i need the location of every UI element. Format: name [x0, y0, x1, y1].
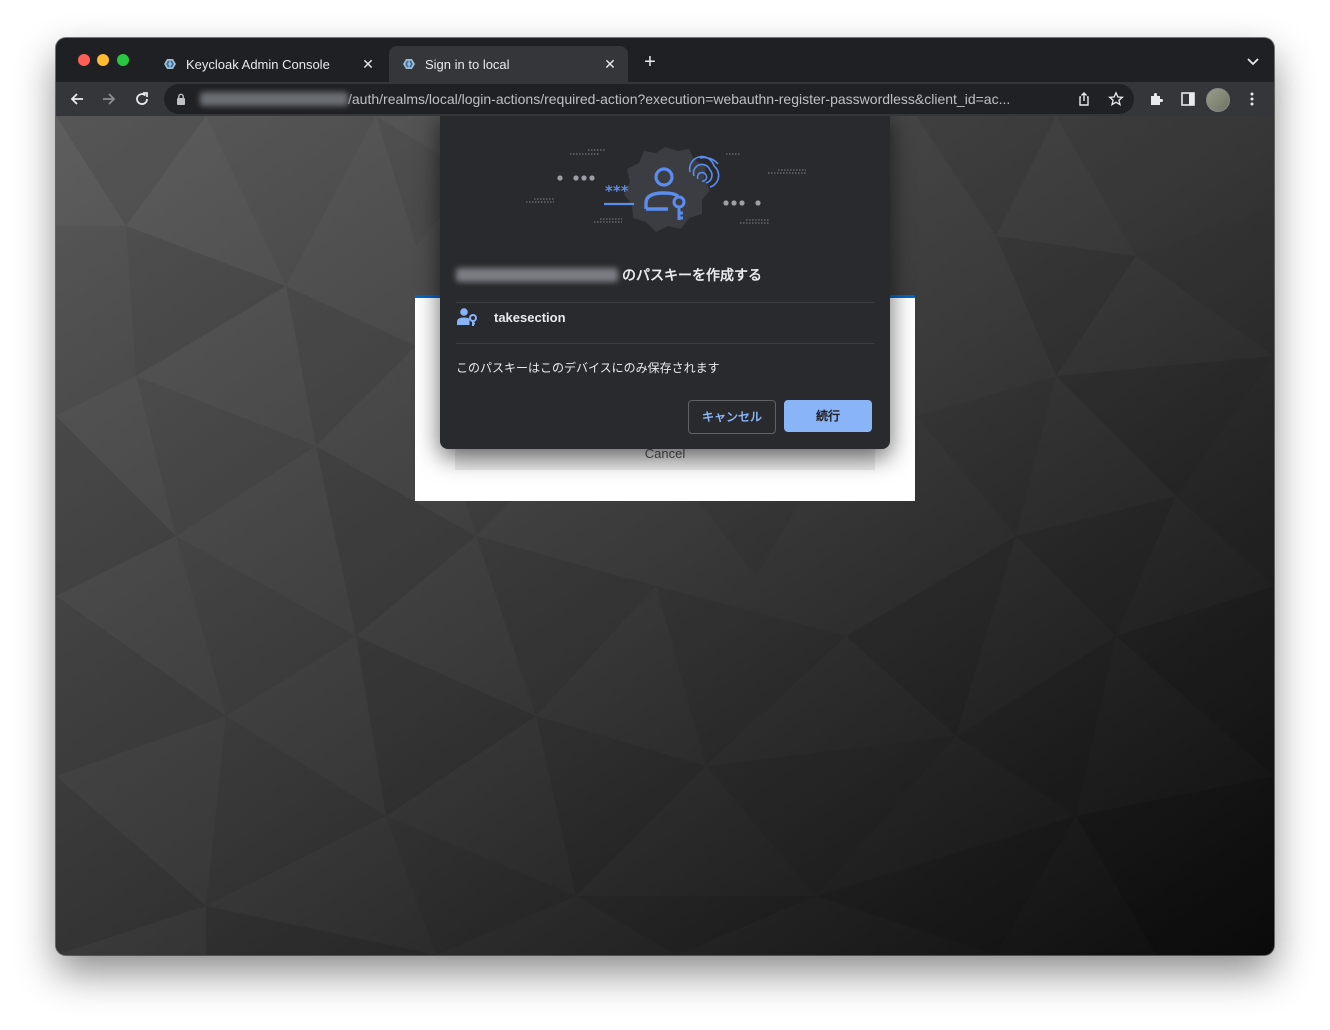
url-text: /auth/realms/local/login-actions/require…	[348, 91, 1011, 107]
close-icon[interactable]: ✕	[602, 56, 618, 72]
address-bar[interactable]: /auth/realms/local/login-actions/require…	[164, 84, 1134, 114]
extensions-icon[interactable]	[1148, 91, 1164, 107]
tab-label: Sign in to local	[425, 56, 510, 72]
close-window-button[interactable]	[78, 54, 90, 66]
cancel-button[interactable]: キャンセル	[688, 400, 776, 434]
divider	[456, 343, 874, 344]
keycloak-favicon-icon	[164, 59, 176, 69]
forward-icon[interactable]	[100, 90, 118, 108]
tab-keycloak-admin[interactable]: Keycloak Admin Console ✕	[150, 46, 386, 82]
menu-icon[interactable]	[1244, 91, 1260, 107]
tab-label: Keycloak Admin Console	[186, 56, 330, 72]
sidepanel-icon[interactable]	[1180, 91, 1196, 107]
dialog-title: のパスキーを作成する	[456, 265, 762, 285]
browser-window: Keycloak Admin Console ✕ Sign in to loca…	[56, 38, 1274, 955]
dialog-title-text: のパスキーを作成する	[622, 267, 762, 283]
url-host-redacted	[200, 92, 348, 106]
passkey-illustration-icon: ***	[526, 147, 806, 232]
account-name: takesection	[494, 309, 566, 325]
close-icon[interactable]: ✕	[360, 56, 376, 72]
chevron-down-icon[interactable]	[1246, 54, 1260, 68]
new-tab-button[interactable]: +	[640, 52, 660, 72]
share-icon[interactable]	[1076, 91, 1092, 107]
star-icon[interactable]	[1108, 91, 1124, 107]
avatar[interactable]	[1206, 88, 1230, 112]
minimize-window-button[interactable]	[97, 54, 109, 66]
account-row: takesection	[456, 307, 566, 327]
toolbar: /auth/realms/local/login-actions/require…	[56, 82, 1274, 116]
device-only-note: このパスキーはこのデバイスにのみ保存されます	[456, 361, 720, 375]
account-key-icon	[457, 308, 477, 326]
reload-icon[interactable]	[133, 90, 151, 108]
lock-icon[interactable]	[176, 93, 186, 105]
page-content: Cancel *** のパスキーを作成する takesection このパスキー…	[56, 116, 1274, 955]
keycloak-favicon-icon	[403, 59, 415, 69]
passkey-dialog: *** のパスキーを作成する takesection このパスキーはこのデバイス…	[440, 116, 890, 449]
back-icon[interactable]	[68, 90, 86, 108]
tab-sign-in[interactable]: Sign in to local ✕	[389, 46, 628, 82]
zoom-window-button[interactable]	[117, 54, 129, 66]
divider	[456, 302, 874, 303]
continue-button[interactable]: 続行	[784, 400, 872, 432]
svg-text:***: ***	[605, 182, 629, 200]
tab-strip: Keycloak Admin Console ✕ Sign in to loca…	[56, 38, 1274, 82]
site-host-redacted	[456, 268, 618, 282]
